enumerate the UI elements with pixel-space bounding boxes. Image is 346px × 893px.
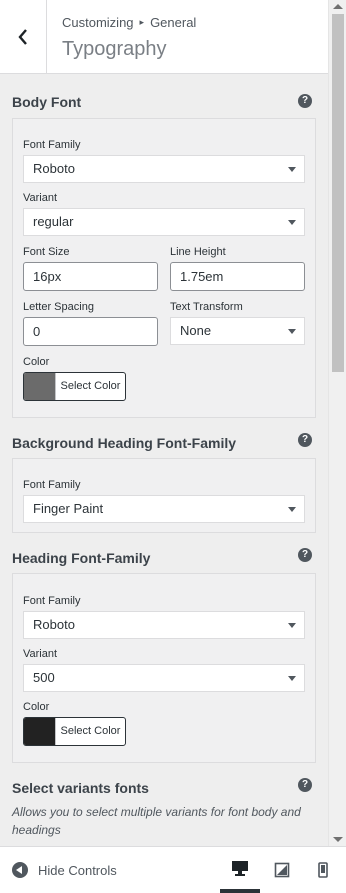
preview-desktop-button[interactable] xyxy=(220,847,260,893)
scroll-thumb[interactable] xyxy=(332,14,344,372)
select-color-label: Select Color xyxy=(55,718,125,745)
variants-fonts-title: Select variants fonts xyxy=(12,780,149,796)
controls-content: Body Font ? Font Family Roboto Variant r… xyxy=(0,75,328,846)
font-family-label: Font Family xyxy=(23,479,81,491)
preview-tablet-button[interactable] xyxy=(262,847,302,893)
preview-mobile-button[interactable] xyxy=(303,847,343,893)
select-value: regular xyxy=(33,214,74,229)
hide-controls-label: Hide Controls xyxy=(38,862,117,878)
line-height-input[interactable]: 1.75em xyxy=(170,262,305,291)
scrollbar[interactable] xyxy=(328,0,346,846)
select-value: Finger Paint xyxy=(33,501,104,516)
variants-fonts-help-icon[interactable]: ? xyxy=(298,778,312,792)
page-title: Typography xyxy=(62,38,167,60)
letter-spacing-label: Letter Spacing xyxy=(23,301,94,313)
tablet-icon xyxy=(274,862,290,878)
background-heading-help-icon[interactable]: ? xyxy=(298,433,312,447)
scroll-up-icon[interactable] xyxy=(333,4,343,9)
customizer-footer: Hide Controls xyxy=(0,846,346,893)
breadcrumb: Customizing ▸ General xyxy=(62,15,196,30)
body-font-panel: Font Family Roboto Variant regular Font … xyxy=(12,118,316,418)
letter-spacing-input[interactable]: 0 xyxy=(23,317,158,346)
body-font-title: Body Font xyxy=(12,94,82,110)
variants-fonts-description: Allows you to select multiple variants f… xyxy=(12,805,301,837)
font-size-input[interactable]: 16px xyxy=(23,262,158,291)
background-heading-title: Background Heading Font-Family xyxy=(12,435,237,451)
background-heading-family-select[interactable]: Finger Paint xyxy=(23,495,305,523)
font-family-label: Font Family xyxy=(23,139,81,151)
heading-font-title: Heading Font-Family xyxy=(12,550,151,566)
hide-controls-button[interactable]: Hide Controls xyxy=(12,862,117,878)
body-color-button[interactable]: Select Color xyxy=(23,372,126,401)
mobile-icon xyxy=(318,862,328,878)
font-family-label: Font Family xyxy=(23,595,81,607)
caret-down-icon xyxy=(288,507,296,512)
heading-font-help-icon[interactable]: ? xyxy=(298,548,312,562)
color-swatch xyxy=(24,373,55,400)
customizer-header: Customizing ▸ General Typography xyxy=(0,0,328,74)
background-heading-panel: Font Family Finger Paint xyxy=(12,458,316,533)
select-value: 500 xyxy=(33,670,55,685)
body-variant-select[interactable]: regular xyxy=(23,208,305,236)
caret-down-icon xyxy=(288,167,296,172)
color-label: Color xyxy=(23,701,50,713)
font-size-label: Font Size xyxy=(23,246,70,258)
variant-label: Variant xyxy=(23,648,58,660)
select-value: Roboto xyxy=(33,617,75,632)
breadcrumb-section: General xyxy=(150,15,197,30)
select-color-label: Select Color xyxy=(55,373,125,400)
breadcrumb-root: Customizing xyxy=(62,15,134,30)
text-transform-label: Text Transform xyxy=(170,301,243,313)
line-height-label: Line Height xyxy=(170,246,226,258)
body-font-help-icon[interactable]: ? xyxy=(298,94,312,108)
chevron-left-icon xyxy=(18,29,27,45)
collapse-arrow-icon xyxy=(12,862,28,878)
scroll-down-icon[interactable] xyxy=(333,837,343,842)
variant-label: Variant xyxy=(23,192,58,204)
select-value: Roboto xyxy=(33,161,75,176)
heading-font-family-select[interactable]: Roboto xyxy=(23,611,305,639)
caret-down-icon xyxy=(288,220,296,225)
heading-variant-select[interactable]: 500 xyxy=(23,664,305,692)
color-swatch xyxy=(24,718,55,745)
caret-down-icon xyxy=(288,676,296,681)
color-label: Color xyxy=(23,356,50,368)
body-font-family-select[interactable]: Roboto xyxy=(23,155,305,183)
breadcrumb-separator-icon: ▸ xyxy=(139,17,145,27)
heading-color-button[interactable]: Select Color xyxy=(23,717,126,746)
back-button[interactable] xyxy=(0,0,47,74)
caret-down-icon xyxy=(288,329,296,334)
text-transform-select[interactable]: None xyxy=(170,317,305,345)
heading-font-panel: Font Family Roboto Variant 500 Color Sel… xyxy=(12,573,316,763)
desktop-icon xyxy=(232,861,248,876)
select-value: None xyxy=(180,323,212,338)
caret-down-icon xyxy=(288,623,296,628)
